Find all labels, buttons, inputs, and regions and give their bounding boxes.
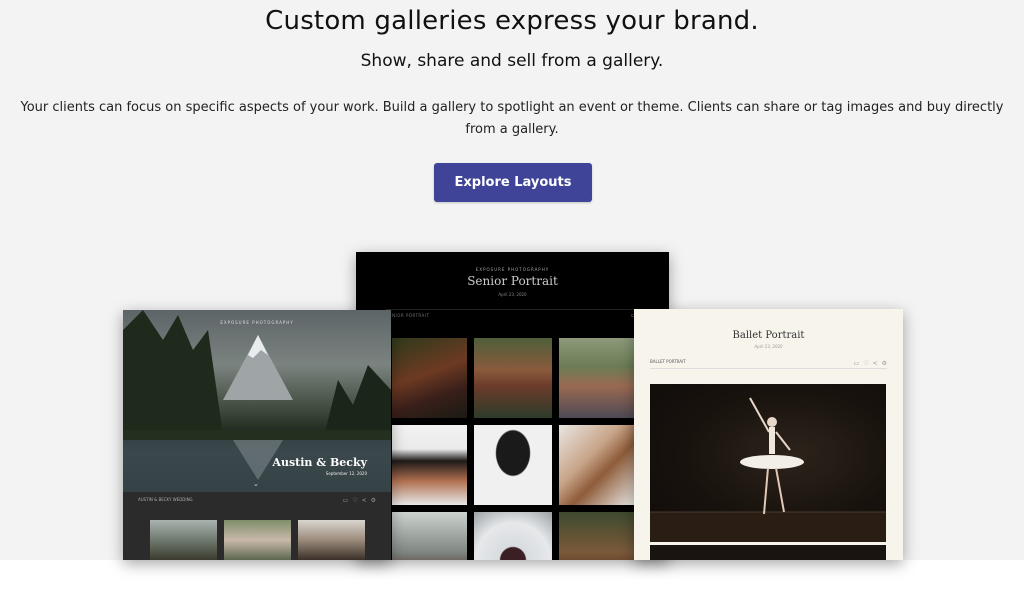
austin-bar-label: AUSTIN & BECKY WEDDING <box>138 497 193 502</box>
ballet-toolbar: BALLET PORTRAIT ▭ ♡ < ⚙ <box>650 358 887 369</box>
comment-icon: ▭ <box>853 360 860 367</box>
photo-thumbnail <box>474 338 552 418</box>
ballet-bar-label: BALLET PORTRAIT <box>650 359 686 364</box>
senior-toolbar: SENIOR PORTRAIT ▭ ♡ < <box>386 309 655 322</box>
gallery-showcase: EXPOSURE PHOTOGRAPHY Senior Portrait Apr… <box>0 0 1024 560</box>
photo-thumbnail <box>474 512 552 560</box>
photo-thumbnail <box>650 545 886 560</box>
senior-bar-label: SENIOR PORTRAIT <box>386 313 430 318</box>
photo-thumbnail <box>392 425 467 505</box>
share-icon: < <box>872 360 878 367</box>
ballet-date: April 23, 2020 <box>754 344 783 349</box>
austin-title: Austin & Becky <box>272 456 367 469</box>
photo-thumbnail <box>298 520 365 560</box>
heart-icon: ♡ <box>352 497 358 504</box>
senior-photo-grid <box>392 338 634 560</box>
settings-icon: ⚙ <box>881 360 887 367</box>
senior-brand-label: EXPOSURE PHOTOGRAPHY <box>475 267 550 272</box>
settings-icon: ⚙ <box>370 497 376 504</box>
photo-thumbnail <box>224 520 291 560</box>
photo-thumbnail <box>392 512 467 560</box>
photo-thumbnail <box>559 338 634 418</box>
austin-toolbar: AUSTIN & BECKY WEDDING ▭ ♡ < ⚙ <box>138 495 376 507</box>
austin-becky-preview: EXPOSURE PHOTOGRAPHY Austin & Becky Sept… <box>123 310 391 560</box>
heart-icon: ♡ <box>863 360 869 367</box>
austin-brand-label: EXPOSURE PHOTOGRAPHY <box>220 320 294 325</box>
senior-date: April 23, 2020 <box>498 292 527 297</box>
photo-thumbnail <box>559 512 634 560</box>
ballet-portrait-preview: Ballet Portrait April 23, 2020 BALLET PO… <box>634 309 903 560</box>
austin-date: September 12, 2020 <box>325 471 367 476</box>
chevron-down-icon: ⌄ <box>253 480 259 488</box>
ballet-title: Ballet Portrait <box>732 330 805 341</box>
senior-portrait-preview: EXPOSURE PHOTOGRAPHY Senior Portrait Apr… <box>356 252 669 560</box>
ballet-toolbar-icons: ▭ ♡ < ⚙ <box>854 360 887 367</box>
austin-thumbnails <box>150 520 365 560</box>
photo-thumbnail <box>559 425 634 505</box>
photo-thumbnail <box>392 338 467 418</box>
photo-thumbnail <box>474 425 552 505</box>
photo-thumbnail <box>150 520 217 560</box>
share-icon: < <box>361 497 367 504</box>
ballet-dancer-photo <box>650 384 886 542</box>
comment-icon: ▭ <box>342 497 349 504</box>
senior-title: Senior Portrait <box>467 274 558 288</box>
ballerina-illustration <box>650 384 886 542</box>
footer-spacer <box>0 560 1024 609</box>
austin-toolbar-icons: ▭ ♡ < ⚙ <box>343 497 376 504</box>
